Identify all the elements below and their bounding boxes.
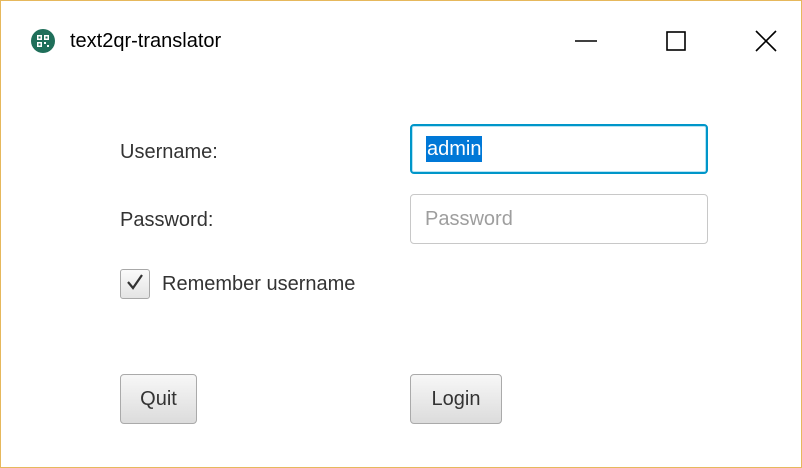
remember-username-checkbox[interactable]: [120, 269, 150, 299]
minimize-button[interactable]: [541, 1, 631, 81]
login-form: Username: admin Password: Remember usern…: [1, 81, 801, 467]
qr-code-icon: [31, 29, 55, 53]
login-button[interactable]: Login: [410, 374, 502, 424]
username-label: Username:: [120, 141, 218, 163]
username-field[interactable]: admin: [410, 124, 708, 174]
login-window: text2qr-translator Username: admin Passw…: [0, 0, 802, 468]
username-value: admin: [426, 136, 483, 162]
checkmark-icon: [126, 273, 144, 296]
title-bar[interactable]: text2qr-translator: [1, 1, 801, 81]
minimize-icon: [574, 29, 598, 53]
close-button[interactable]: [721, 1, 802, 81]
remember-username-row[interactable]: Remember username: [120, 269, 355, 299]
close-icon: [755, 30, 777, 52]
quit-button[interactable]: Quit: [120, 374, 197, 424]
remember-username-label: Remember username: [162, 273, 356, 295]
maximize-icon: [666, 31, 686, 51]
password-field[interactable]: [410, 194, 708, 244]
maximize-button[interactable]: [631, 1, 721, 81]
window-title: text2qr-translator: [70, 30, 222, 52]
password-label: Password:: [120, 209, 214, 231]
